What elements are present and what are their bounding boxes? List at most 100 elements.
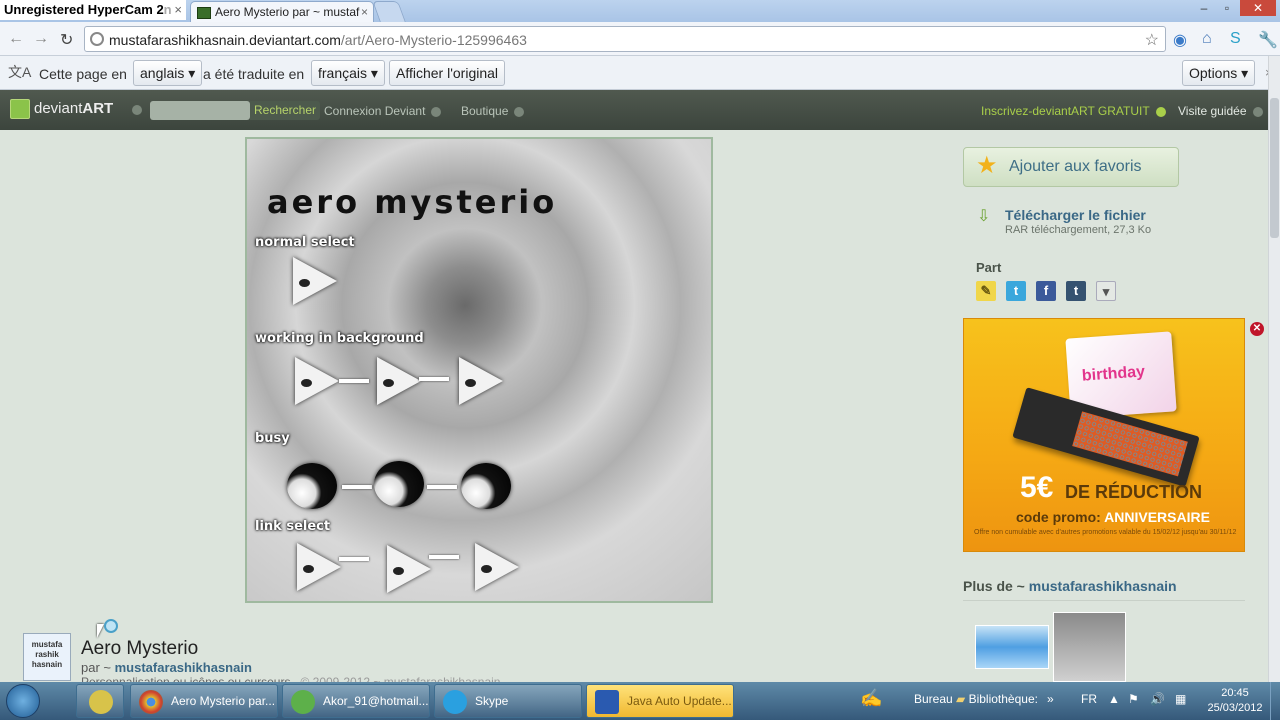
ad-discount-text: DE RÉDUCTION: [1065, 482, 1203, 502]
twitter-icon[interactable]: t: [1006, 281, 1026, 301]
show-original-button[interactable]: Afficher l'original: [389, 60, 506, 86]
author-link[interactable]: mustafarashikhasnain: [115, 660, 252, 675]
close-window-icon[interactable]: ✕: [1240, 0, 1276, 16]
artwork-image[interactable]: aero mysterio normal select working in b…: [245, 137, 713, 603]
chrome-icon: [139, 690, 163, 714]
menu-dot-icon[interactable]: [132, 105, 142, 115]
cursor-link-2-icon: [387, 545, 431, 593]
tab-aero-mysterio[interactable]: Aero Mysterio par ~ mustaf ×: [190, 1, 374, 22]
flag-icon[interactable]: ⚑: [1128, 692, 1139, 706]
artwork-label-working: working in background: [255, 331, 424, 346]
translate-prefix: Cette page en: [39, 66, 127, 82]
notes-icon[interactable]: ✎: [976, 281, 996, 301]
start-button[interactable]: [6, 684, 40, 718]
more-from-author-link[interactable]: mustafarashikhasnain: [1029, 578, 1177, 594]
deviantart-favicon-icon: [197, 6, 211, 19]
expand-toolbar-icon[interactable]: »: [1047, 692, 1054, 706]
toolbar-bureau[interactable]: Bureau: [914, 692, 953, 706]
ad-code-label: code promo:: [1016, 509, 1101, 525]
advertisement-banner[interactable]: birthday 5€ DE RÉDUCTION code promo: ANN…: [963, 318, 1245, 552]
show-desktop-button[interactable]: [1270, 682, 1280, 720]
close-icon[interactable]: ×: [361, 5, 368, 19]
eye-extension-icon[interactable]: ◉: [1173, 30, 1187, 50]
maximize-icon[interactable]: ▫: [1216, 0, 1238, 16]
busy-ball-1-icon: [287, 463, 337, 509]
cursor-working-3-icon: [459, 357, 503, 405]
bookmark-star-icon[interactable]: ☆: [1145, 30, 1159, 50]
search-input[interactable]: [150, 101, 250, 120]
url-text: mustafarashikhasnain.deviantart.com/art/…: [109, 32, 527, 48]
reload-icon[interactable]: ↻: [60, 30, 73, 50]
navigation-bar: ← → ↻ mustafarashikhasnain.deviantart.co…: [0, 22, 1280, 56]
favorite-button-label: Ajouter aux favoris: [1009, 158, 1142, 175]
home-icon[interactable]: ⌂: [1202, 30, 1212, 48]
login-link[interactable]: Connexion Deviant: [324, 104, 442, 118]
skype-extension-icon[interactable]: S: [1230, 30, 1241, 48]
download-meta: RAR téléchargement, 27,3 Ko: [1005, 224, 1152, 236]
new-tab-button[interactable]: [372, 1, 406, 22]
tour-link[interactable]: Visite guidée: [1178, 104, 1263, 118]
hypercam-tab-faded-text: n: [163, 2, 172, 17]
download-file-link[interactable]: Télécharger le fichier: [1005, 207, 1146, 223]
close-icon[interactable]: ×: [174, 2, 182, 17]
artwork-label-busy: busy: [255, 431, 290, 446]
add-to-favorites-button[interactable]: ★ Ajouter aux favoris: [963, 147, 1179, 187]
cursor-link-1-icon: [297, 543, 341, 591]
artwork-label-link: link select: [255, 519, 331, 534]
volume-icon[interactable]: 🔊: [1150, 692, 1165, 706]
pinned-app-button[interactable]: [76, 684, 124, 718]
back-icon[interactable]: ←: [8, 30, 24, 48]
ad-code-value: ANNIVERSAIRE: [1104, 509, 1210, 525]
scrollbar-thumb[interactable]: [1270, 98, 1279, 238]
source-language-select[interactable]: anglais ▾: [133, 60, 203, 86]
taskbar-item-messenger[interactable]: Akor_91@hotmail...: [282, 684, 430, 718]
divider: [963, 600, 1245, 601]
translate-options-button[interactable]: Options ▾: [1182, 60, 1256, 86]
avatar[interactable]: mustafa rashik hasnain: [23, 633, 71, 681]
close-ad-icon[interactable]: ✕: [1250, 322, 1264, 336]
tab-strip: Unregistered HyperCam 2n × Aero Mysterio…: [0, 0, 1280, 22]
artwork-title-text: aero mysterio: [267, 183, 558, 221]
network-icon[interactable]: ▦: [1175, 692, 1186, 706]
more-from-heading: Plus de ~ mustafarashikhasnain: [963, 578, 1177, 594]
ad-promo-code: code promo: ANNIVERSAIRE: [1016, 509, 1210, 525]
target-language-select[interactable]: français ▾: [311, 60, 385, 86]
minimize-icon[interactable]: –: [1193, 0, 1215, 16]
related-thumbnail[interactable]: [1053, 612, 1126, 682]
wrench-icon[interactable]: 🔧: [1258, 30, 1278, 50]
tumblr-icon[interactable]: t: [1066, 281, 1086, 301]
star-icon: ★: [976, 152, 998, 179]
busy-ball-2-icon: [374, 461, 424, 507]
clock-date: 25/03/2012: [1207, 702, 1263, 714]
taskbar-item-skype[interactable]: Skype: [434, 684, 582, 718]
hypercam-tab-label: Unregistered HyperCam 2: [4, 2, 164, 17]
language-indicator[interactable]: FR: [1081, 692, 1097, 706]
download-arrow-icon[interactable]: ⇩: [977, 206, 990, 226]
deviantart-logo[interactable]: deviantART: [10, 99, 113, 121]
show-hidden-icons-icon[interactable]: ▲: [1108, 692, 1120, 706]
more-from-prefix: Plus de ~: [963, 578, 1025, 594]
dash-icon: [419, 377, 449, 381]
search-button[interactable]: Rechercher: [250, 101, 320, 120]
taskbar-item-chrome[interactable]: Aero Mysterio par...: [130, 684, 278, 718]
related-thumbnail[interactable]: [975, 625, 1049, 669]
dash-icon: [342, 485, 372, 489]
tab-hypercam[interactable]: Unregistered HyperCam 2n ×: [0, 0, 186, 20]
tablet-icon[interactable]: ✍: [860, 688, 882, 709]
clock[interactable]: 20:45 25/03/2012: [1200, 686, 1270, 716]
toolbar-biblio[interactable]: ▰ Bibliothèque:: [956, 692, 1038, 706]
signup-link[interactable]: Inscrivez-deviantART GRATUIT: [981, 104, 1166, 118]
share-heading: Part: [976, 260, 1002, 275]
forward-icon[interactable]: →: [33, 30, 49, 48]
deviantart-nav: deviantART Rechercher Connexion Deviant …: [0, 90, 1268, 130]
more-icon[interactable]: ▾: [1096, 281, 1116, 301]
shop-link[interactable]: Boutique: [461, 104, 525, 118]
busy-ball-3-icon: [461, 463, 511, 509]
ad-price: 5€: [1020, 471, 1054, 504]
page-icon: [90, 32, 104, 46]
busy-spinner-icon: [104, 619, 118, 633]
cursor-normal-icon: [293, 257, 337, 305]
facebook-icon[interactable]: f: [1036, 281, 1056, 301]
address-bar[interactable]: mustafarashikhasnain.deviantart.com/art/…: [84, 26, 1166, 52]
taskbar-item-java-update[interactable]: Java Auto Update...: [586, 684, 734, 718]
